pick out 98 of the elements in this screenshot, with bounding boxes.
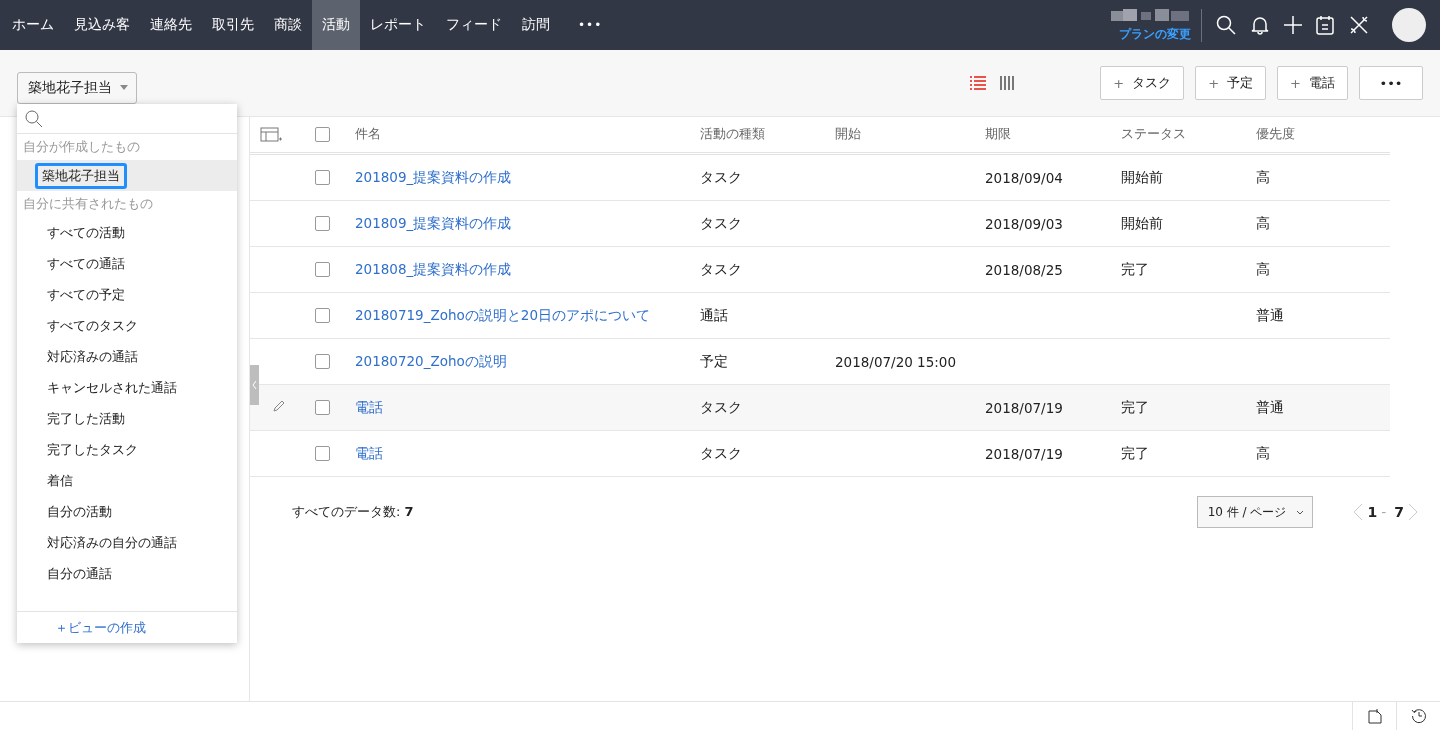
menu-item[interactable]: すべての予定 (17, 279, 237, 310)
table-cell: 2018/09/04 (985, 169, 1063, 186)
menu-item[interactable]: 完了したタスク (17, 434, 237, 465)
table-row[interactable]: 電話 タスク 2018/07/19 完了 普通 (250, 385, 1390, 431)
menu-item[interactable]: すべての活動 (17, 217, 237, 248)
search-icon[interactable] (1216, 15, 1236, 35)
table-cell: 2018/07/19 (985, 399, 1063, 416)
table-cell: 高 (1256, 260, 1270, 277)
view-select[interactable]: 築地花子担当 (17, 71, 137, 104)
nav-tab[interactable]: 活動 (312, 0, 360, 50)
table-cell: 普通 (1256, 306, 1284, 323)
menu-item[interactable]: 自分の活動 (17, 496, 237, 527)
row-checkbox[interactable] (315, 170, 330, 185)
nav-tab[interactable]: レポート (360, 0, 436, 50)
column-view-icon[interactable] (1000, 76, 1015, 90)
menu-item[interactable]: すべてのタスク (17, 310, 237, 341)
row-checkbox[interactable] (315, 354, 330, 369)
table-cell: 高 (1256, 168, 1270, 185)
list-view-icon[interactable] (970, 76, 987, 90)
toolbar-button[interactable]: + 電話 (1277, 66, 1348, 100)
more-menu[interactable]: ••• (560, 0, 621, 50)
subject-link[interactable]: 20180719_Zohoの説明と20日のアポについて (355, 306, 650, 323)
note-icon[interactable] (1367, 708, 1382, 724)
table-cell: 開始前 (1121, 214, 1163, 231)
table-cell: 高 (1256, 444, 1270, 461)
history-icon[interactable] (1410, 708, 1427, 724)
caret-icon (120, 85, 128, 90)
column-header[interactable]: 開始 (835, 126, 985, 143)
nav-tab[interactable]: 見込み客 (64, 0, 140, 50)
toolbar-button[interactable]: + タスク (1100, 66, 1185, 100)
subject-link[interactable]: 201808_提案資料の作成 (355, 260, 512, 277)
menu-item[interactable]: キャンセルされた通話 (17, 372, 237, 403)
menu-item[interactable]: 着信 (17, 465, 237, 496)
table-cell: 完了 (1121, 398, 1149, 415)
nav-tab[interactable]: 連絡先 (140, 0, 202, 50)
column-header[interactable]: 優先度 (1256, 126, 1390, 143)
subject-link[interactable]: 電話 (355, 444, 383, 461)
per-page-select[interactable]: 10 件 / ページ (1196, 496, 1314, 528)
menu-item[interactable]: 完了した活動 (17, 403, 237, 434)
column-settings-icon[interactable] (260, 126, 282, 143)
subject-link[interactable]: 201809_提案資料の作成 (355, 168, 512, 185)
table-cell: 完了 (1121, 444, 1149, 461)
nav-tab[interactable]: 訪問 (512, 0, 560, 50)
table-cell: タスク (700, 444, 742, 461)
total-count: すべてのデータ数: 7 (292, 503, 414, 521)
select-all-checkbox[interactable] (315, 127, 330, 142)
table-cell: 通話 (700, 306, 728, 323)
calendar-icon[interactable] (1316, 15, 1334, 35)
table-cell: 普通 (1256, 398, 1284, 415)
nav-tab[interactable]: フィード (436, 0, 512, 50)
column-header[interactable]: ステータス (1121, 126, 1256, 143)
collapse-handle[interactable] (250, 365, 259, 405)
user-avatar[interactable] (1392, 8, 1426, 42)
subject-link[interactable]: 20180720_Zohoの説明 (355, 352, 507, 369)
range-start: 1 (1367, 504, 1378, 520)
plan-change-link[interactable]: プランの変更 (1119, 26, 1191, 42)
toolbar-button[interactable]: + 予定 (1195, 66, 1267, 100)
edit-icon[interactable] (272, 399, 286, 413)
column-header[interactable]: 件名 (355, 126, 700, 143)
row-checkbox[interactable] (315, 308, 330, 323)
table-cell: タスク (700, 260, 742, 277)
column-header[interactable]: 期限 (985, 126, 1121, 143)
nav-tab[interactable]: 取引先 (202, 0, 264, 50)
range-separator: - (1381, 504, 1387, 520)
menu-section-heading: 自分が作成したもの (22, 137, 141, 156)
table-cell: 2018/08/25 (985, 261, 1063, 278)
chevron-down-icon (1296, 509, 1305, 515)
menu-section-heading: 自分に共有されたもの (22, 194, 154, 213)
table-cell: 開始前 (1121, 168, 1163, 185)
row-checkbox[interactable] (315, 262, 330, 277)
nav-tab[interactable]: ホーム (2, 0, 64, 50)
table-cell: タスク (700, 398, 742, 415)
menu-item[interactable]: 自分の通話 (17, 558, 237, 589)
range-end: 7 (1394, 504, 1404, 520)
nav-tab[interactable]: 商談 (264, 0, 312, 50)
tools-icon[interactable] (1348, 14, 1370, 36)
row-checkbox[interactable] (315, 446, 330, 461)
table-cell: タスク (700, 168, 742, 185)
toolbar-button[interactable]: ••• (1359, 66, 1423, 100)
row-checkbox[interactable] (315, 400, 330, 415)
create-view-link[interactable]: ＋ビューの作成 (55, 618, 146, 637)
row-checkbox[interactable] (315, 216, 330, 231)
menu-item[interactable]: すべての通話 (17, 248, 237, 279)
table-cell: 高 (1256, 214, 1270, 231)
table-cell: 2018/09/03 (985, 215, 1063, 232)
subject-link[interactable]: 電話 (355, 398, 383, 415)
subject-link[interactable]: 201809_提案資料の作成 (355, 214, 512, 231)
table-cell: 完了 (1121, 260, 1149, 277)
table-cell: 予定 (700, 352, 728, 369)
table-cell: 2018/07/19 (985, 445, 1063, 462)
menu-item[interactable]: 築地花子担当 (17, 160, 237, 191)
bell-icon[interactable] (1250, 15, 1270, 35)
column-header[interactable]: 活動の種類 (700, 126, 835, 143)
menu-item[interactable]: 対応済みの自分の通話 (17, 527, 237, 558)
add-icon[interactable] (1284, 16, 1302, 34)
table-cell: タスク (700, 214, 742, 231)
table-cell: 2018/07/20 15:00 (835, 353, 956, 370)
menu-item[interactable]: 対応済みの通話 (17, 341, 237, 372)
